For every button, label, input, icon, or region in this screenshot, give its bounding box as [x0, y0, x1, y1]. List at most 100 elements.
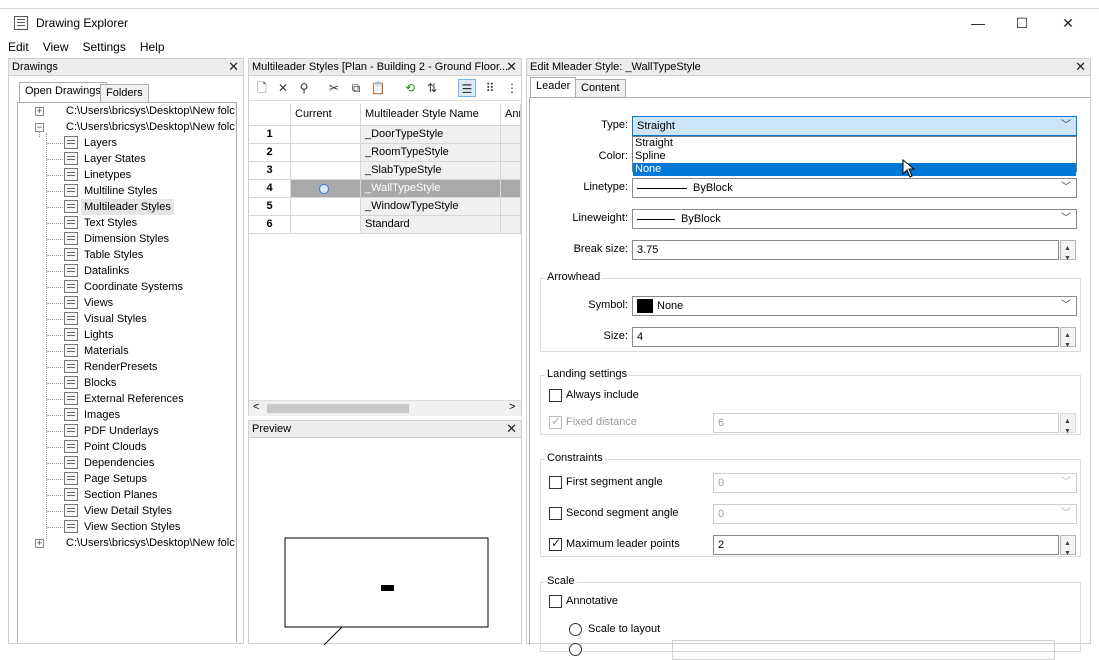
break-size-input[interactable]: 3.75 [632, 240, 1076, 268]
scrollbar-thumb[interactable] [267, 404, 409, 413]
close-button[interactable]: ✕ [1045, 9, 1091, 38]
minimize-button[interactable]: — [955, 9, 1001, 38]
second-segment-angle-select[interactable]: 0 ﹀ [713, 504, 1077, 524]
tree-item[interactable]: Text Styles [84, 215, 137, 231]
styles-panel-close-icon[interactable]: ✕ [506, 59, 517, 75]
row-number[interactable]: 2 [249, 144, 291, 162]
icons-view-icon[interactable]: ⠿ [481, 79, 499, 97]
expand-icon[interactable]: + [35, 107, 44, 116]
refresh-icon[interactable]: ⇅ [423, 79, 441, 97]
maximum-leader-points-spinner[interactable] [1060, 535, 1076, 563]
tree-item[interactable]: Dimension Styles [84, 231, 169, 247]
paste-icon[interactable]: 📋 [369, 79, 387, 97]
scroll-right-icon[interactable]: > [509, 401, 515, 413]
collapse-icon[interactable]: − [35, 123, 44, 132]
tree-item[interactable]: Multileader Styles [81, 199, 174, 215]
tree-item[interactable]: Section Planes [84, 487, 157, 503]
tree-root-item[interactable]: C:\Users\bricsys\Desktop\New folc [66, 119, 235, 135]
fixed-distance-spinner[interactable] [1060, 413, 1076, 441]
tree-item[interactable]: Page Setups [84, 471, 147, 487]
menu-settings[interactable]: Settings [74, 38, 131, 54]
first-segment-angle-checkbox[interactable] [549, 476, 562, 489]
symbol-select[interactable]: None ﹀ [632, 296, 1077, 316]
maximum-leader-points-input[interactable]: 2 [713, 535, 1076, 563]
maximize-button[interactable]: ☐ [999, 9, 1045, 38]
copy-icon[interactable]: ⧉ [347, 79, 365, 97]
tree-view-icon[interactable]: ⋮ [503, 79, 521, 97]
tree-item[interactable]: External References [84, 391, 184, 407]
type-option-spline[interactable]: Spline [633, 150, 1076, 163]
set-current-icon[interactable]: ⟲ [401, 79, 419, 97]
purge-icon[interactable]: ⚲ [295, 79, 313, 97]
scroll-left-icon[interactable]: < [253, 401, 259, 413]
current-cell[interactable] [291, 126, 361, 144]
lineweight-select[interactable]: ByBlock ﹀ [632, 209, 1077, 229]
type-option-none[interactable]: None [633, 163, 1076, 176]
fixed-distance-checkbox[interactable] [549, 414, 562, 429]
tree-root-item[interactable]: C:\Users\bricsys\Desktop\New folc [66, 535, 235, 551]
first-segment-angle-select[interactable]: 0 ﹀ [713, 473, 1077, 493]
edit-panel-close-icon[interactable]: ✕ [1075, 59, 1086, 75]
menu-view[interactable]: View [35, 38, 75, 54]
type-select[interactable]: Straight ﹀ [632, 116, 1077, 136]
always-include-checkbox[interactable] [549, 389, 562, 402]
delete-style-icon[interactable]: ✕ [274, 79, 292, 97]
tree-item[interactable]: Layer States [84, 151, 146, 167]
row-header-corner[interactable] [249, 104, 291, 126]
table-row[interactable]: Standard [361, 216, 501, 234]
tree-item[interactable]: Coordinate Systems [84, 279, 183, 295]
tree-item[interactable]: Point Clouds [84, 439, 146, 455]
tree-item[interactable]: Materials [84, 343, 129, 359]
row-number[interactable]: 3 [249, 162, 291, 180]
horizontal-scrollbar[interactable]: < > [249, 400, 521, 416]
current-column-header[interactable]: Current [291, 104, 361, 126]
annotative-cell[interactable] [501, 162, 521, 180]
annotative-checkbox[interactable] [549, 595, 562, 608]
current-cell[interactable] [291, 144, 361, 162]
tree-item[interactable]: View Detail Styles [84, 503, 172, 519]
tree-item[interactable]: Linetypes [84, 167, 131, 183]
row-number[interactable]: 6 [249, 216, 291, 234]
tab-open-drawings[interactable]: Open Drawings [19, 82, 107, 103]
new-style-icon[interactable]: 🗋 [253, 79, 271, 97]
tree-item[interactable]: RenderPresets [84, 359, 157, 375]
preview-panel-close-icon[interactable]: ✕ [506, 421, 517, 437]
tree-item[interactable]: PDF Underlays [84, 423, 159, 439]
fixed-distance-input[interactable]: 6 [713, 413, 1076, 441]
details-view-icon[interactable]: ☰ [458, 79, 476, 97]
drawings-panel-close-icon[interactable]: ✕ [228, 59, 239, 75]
tab-content[interactable]: Content [575, 79, 626, 98]
current-cell[interactable] [291, 198, 361, 216]
tree-item[interactable]: Images [84, 407, 120, 423]
maximum-leader-points-checkbox[interactable] [549, 536, 562, 551]
style-name-column-header[interactable]: Multileader Style Name [361, 104, 501, 126]
cut-icon[interactable]: ✂ [325, 79, 343, 97]
tab-leader[interactable]: Leader [530, 77, 577, 98]
arrow-size-input[interactable]: 4 [632, 327, 1076, 355]
row-number[interactable]: 1 [249, 126, 291, 144]
tree-root-item[interactable]: C:\Users\bricsys\Desktop\New folc [66, 103, 235, 119]
break-size-spinner[interactable] [1060, 240, 1076, 268]
current-cell[interactable] [291, 162, 361, 180]
table-row[interactable]: _WallTypeStyle [361, 180, 501, 198]
tree-item[interactable]: View Section Styles [84, 519, 180, 535]
table-row[interactable]: _RoomTypeStyle [361, 144, 501, 162]
table-row[interactable]: _WindowTypeStyle [361, 198, 501, 216]
menu-edit[interactable]: Edit [0, 38, 35, 54]
arrow-size-spinner[interactable] [1060, 327, 1076, 355]
tree-item[interactable]: Blocks [84, 375, 116, 391]
row-number[interactable]: 5 [249, 198, 291, 216]
tab-folders[interactable]: Folders [100, 84, 149, 103]
table-row[interactable]: _DoorTypeStyle [361, 126, 501, 144]
current-cell[interactable] [291, 180, 361, 198]
row-number[interactable]: 4 [249, 180, 291, 198]
tree-item[interactable]: Datalinks [84, 263, 129, 279]
scale-input[interactable] [672, 640, 1055, 660]
expand-icon[interactable]: + [35, 539, 44, 548]
tree-item[interactable]: Dependencies [84, 455, 154, 471]
tree-item[interactable]: Lights [84, 327, 113, 343]
linetype-select[interactable]: ByBlock ﹀ [632, 178, 1077, 198]
specify-scale-radio[interactable] [569, 643, 582, 656]
tree-item[interactable]: Layers [84, 135, 117, 151]
tree-item[interactable]: Table Styles [84, 247, 143, 263]
